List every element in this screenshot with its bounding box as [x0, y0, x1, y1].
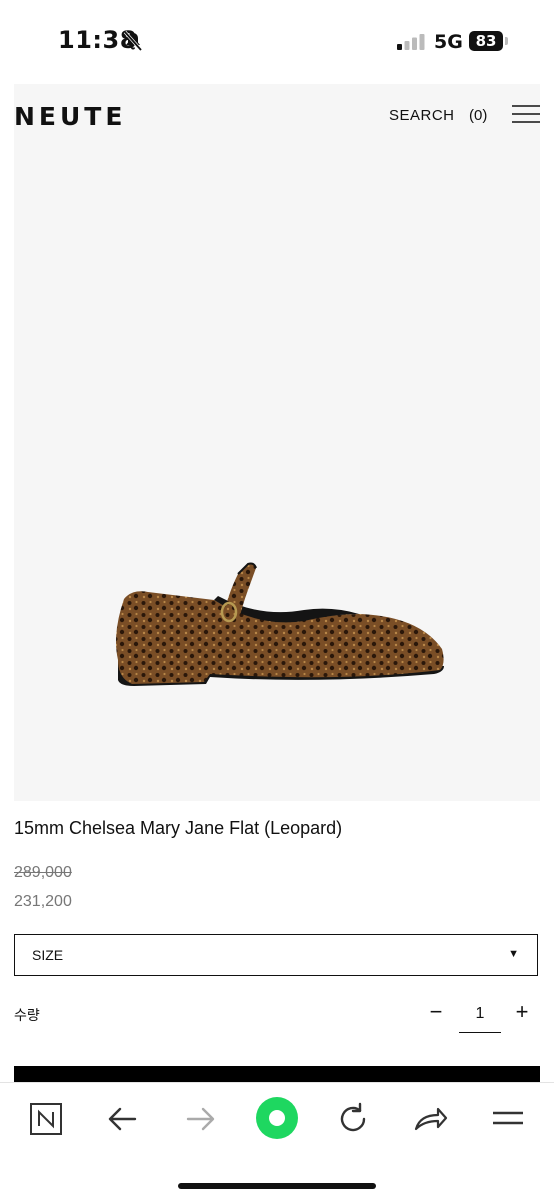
sale-price: 231,200 [14, 893, 72, 910]
signal-icon [397, 34, 425, 50]
network-type: 5G [434, 31, 463, 53]
bell-slash-icon [123, 30, 143, 52]
forward-icon[interactable] [178, 1097, 222, 1141]
cart-link[interactable]: (0) [469, 107, 487, 124]
original-price: 289,000 [14, 864, 72, 881]
naver-home-icon[interactable] [24, 1097, 68, 1141]
quantity-increase-button[interactable]: + [510, 999, 534, 1025]
product-image[interactable] [14, 144, 540, 801]
browser-toolbar [0, 1082, 554, 1201]
reload-icon[interactable] [331, 1097, 375, 1141]
size-select-label: SIZE [32, 947, 64, 963]
brand-logo[interactable]: NEUTE [14, 102, 126, 131]
search-link[interactable]: SEARCH [389, 107, 455, 124]
leopard-mary-jane-flat-image [116, 562, 444, 686]
size-select[interactable]: SIZE ▼ [14, 934, 538, 976]
product-title: 15mm Chelsea Mary Jane Flat (Leopard) [14, 818, 343, 838]
dropdown-arrow-icon: ▼ [508, 948, 519, 960]
quantity-input[interactable]: 1 [459, 1000, 501, 1033]
quantity-decrease-button[interactable]: − [424, 999, 448, 1025]
status-bar: 11:38 5G 83 [0, 0, 554, 84]
quantity-label: 수량 [14, 1007, 40, 1023]
home-indicator[interactable] [178, 1183, 376, 1189]
site-header: NEUTE SEARCH (0) [14, 84, 540, 144]
share-icon[interactable] [408, 1097, 452, 1141]
battery-icon: 83 [469, 31, 503, 51]
back-icon[interactable] [101, 1097, 145, 1141]
battery-tip [505, 37, 508, 45]
green-dot-icon[interactable] [254, 1095, 300, 1141]
menu-icon[interactable] [486, 1097, 530, 1141]
hamburger-menu-icon[interactable] [512, 104, 540, 124]
buy-button[interactable] [14, 1066, 540, 1082]
